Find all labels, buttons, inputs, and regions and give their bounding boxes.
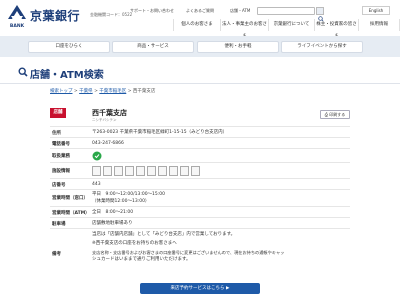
row-facilities: 施設情報	[50, 162, 350, 178]
breadcrumb: 検索トップ > 千葉県 > 千葉市稲毛区 > 西千葉支店	[50, 88, 155, 94]
search-icon	[18, 67, 28, 77]
remarks-line: ※西千葉支店の口座をお持ちのお客さまへ	[92, 241, 177, 246]
row-address: 住所 〒263-0023 千葉県千葉市稲毛区緑町1-15-15（みどり台支店内）	[50, 126, 350, 137]
counter-hours-label: 営業時間（窓口）	[52, 196, 88, 201]
branch-reading: ニシチバシテン	[92, 118, 117, 122]
bank-logo-icon[interactable]: BANK	[6, 3, 28, 29]
nav-personal[interactable]: 個人のお客さま	[173, 19, 220, 31]
site-header: BANK 京葉銀行 金融機関コード：0522 サポート・お問い合わせ よくあるご…	[0, 0, 400, 39]
subnav-life-events[interactable]: ライフイベントから探す	[281, 41, 363, 53]
remarks-line: シュカードはいままで通りご利用いただけます。	[92, 257, 191, 262]
slope-icon	[180, 166, 189, 176]
atm-hours-value: 全日 8:00～21:00	[92, 210, 134, 215]
print-label: 印刷する	[329, 112, 346, 117]
title-divider	[0, 83, 400, 84]
page-title: 店舗・ATM検索	[30, 70, 104, 81]
atm-hours-label: 営業時間（ATM）	[52, 211, 90, 216]
nav-corporate[interactable]: 法人・事業主のお客さま	[220, 19, 268, 39]
aed-icon	[158, 166, 167, 176]
remarks-label: 備考	[52, 252, 61, 257]
breadcrumb-separator: >	[126, 89, 133, 94]
faq-link[interactable]: よくあるご質問	[186, 8, 214, 14]
row-parking: 駐車場 店舗敷地駐車場あり	[50, 217, 350, 228]
nav-recruit[interactable]: 採用情報	[358, 19, 400, 31]
breadcrumb-city[interactable]: 千葉市稲毛区	[99, 89, 126, 94]
tel-label: 電話番号	[52, 142, 70, 147]
row-counter-hours: 営業時間（窓口） 平日 9:00～12:00/13:00～15:00 （休業時間…	[50, 189, 350, 206]
branch-name: 西千葉支店	[92, 109, 127, 117]
breadcrumb-top[interactable]: 検索トップ	[50, 89, 73, 94]
row-tel: 電話番号 043-247-6866	[50, 137, 350, 148]
voice-guide-icon	[147, 166, 156, 176]
service-icon	[92, 151, 102, 161]
row-atm-hours: 営業時間（ATM） 全日 8:00～21:00	[50, 206, 350, 217]
remarks-line: 当店は「店舗内店舗」として「みどり台支店」内で営業しております。	[92, 232, 236, 237]
tel-value[interactable]: 043-247-6866	[92, 141, 124, 148]
remarks-line: 支店名称・支店番号およびお客さまの口座番号に変更はございませんので、現在お持ちの…	[92, 250, 285, 255]
row-services: 取扱業務	[50, 148, 350, 162]
nav-about[interactable]: 京葉銀行について	[268, 19, 314, 31]
english-button[interactable]: English	[362, 6, 390, 15]
restroom-icon	[169, 166, 178, 176]
row-remarks: 備考 当店は「店舗内店舗」として「みどり台支店」内で営業しております。 ※西千葉…	[50, 228, 350, 276]
nav-investors[interactable]: 株主・投資家の皆さま	[314, 19, 358, 39]
facilities-label: 施設情報	[52, 169, 70, 174]
atm-link[interactable]: 店舗・ATM	[230, 8, 250, 14]
store-number-label: 店番号	[52, 183, 66, 188]
counter-hours-break: （休業時間12:00～13:00）	[92, 198, 150, 204]
cane-holder-icon	[191, 166, 200, 176]
parking-icon	[103, 166, 112, 176]
subnav-open-account[interactable]: 口座をひらく	[28, 41, 110, 53]
support-link[interactable]: サポート・お問い合わせ	[130, 8, 174, 14]
search-icon[interactable]	[316, 7, 324, 22]
bank-name[interactable]: 京葉銀行	[30, 7, 80, 24]
subnav-convenient[interactable]: 便利・お手軽	[197, 41, 279, 53]
hearing-loop-icon	[125, 166, 134, 176]
print-button[interactable]: ⎙ 印刷する	[320, 110, 350, 119]
services-label: 取扱業務	[52, 154, 70, 159]
wheelchair-icon	[114, 166, 123, 176]
parking-label: 駐車場	[52, 222, 66, 227]
sub-navigation: 口座をひらく 商品・サービス 便利・お手軽 ライフイベントから探す	[0, 36, 400, 57]
breadcrumb-current: 西千葉支店	[132, 89, 156, 94]
branch-type-badge: 店舗	[50, 108, 66, 118]
row-store-number: 店番号 443	[50, 178, 350, 189]
address-value: 〒263-0023 千葉県千葉市稲毛区緑町1-15-15（みどり台支店内）	[92, 130, 228, 135]
facility-icons	[92, 166, 200, 176]
page: { "header": { "bank_name": "京葉銀行", "bank…	[0, 0, 400, 300]
svg-text:BANK: BANK	[10, 23, 25, 29]
address-label: 住所	[52, 131, 61, 136]
breadcrumb-prefecture[interactable]: 千葉県	[79, 89, 93, 94]
bank-code: 金融機関コード：0522	[90, 12, 133, 17]
site-search-input[interactable]	[257, 7, 315, 15]
subnav-products[interactable]: 商品・サービス	[112, 41, 194, 53]
braille-icon	[136, 166, 145, 176]
store-number-value: 443	[92, 182, 101, 187]
accessible-icon	[92, 166, 101, 176]
reservation-button[interactable]: 来店予約サービスはこちら ▶	[140, 283, 260, 294]
parking-value: 店舗敷地駐車場あり	[92, 221, 133, 226]
